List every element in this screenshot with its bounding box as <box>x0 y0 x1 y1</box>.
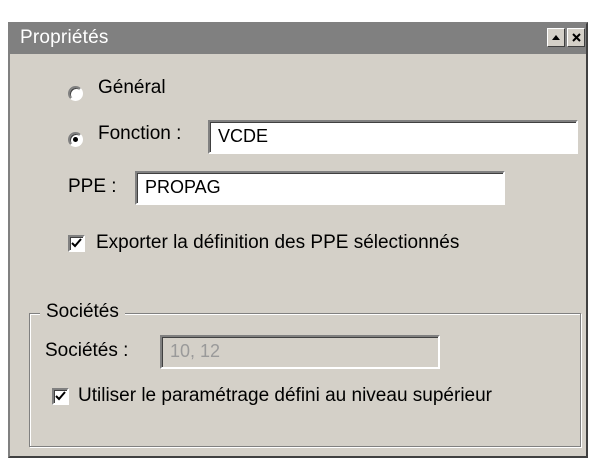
triangle-up-icon <box>552 35 560 40</box>
societes-group: Sociétés <box>29 301 581 447</box>
export-checkbox[interactable] <box>68 235 85 252</box>
ppe-label: PPE : <box>68 176 117 197</box>
close-button[interactable] <box>567 28 585 47</box>
radio-selected-dot <box>73 137 78 142</box>
inherit-label: Utiliser le paramétrage défini au niveau… <box>78 385 493 406</box>
export-label: Exporter la définition des PPE sélection… <box>96 232 460 253</box>
societes-input[interactable]: 10, 12 <box>160 335 440 369</box>
collapse-button[interactable] <box>547 28 565 47</box>
radio-general-label: Général <box>98 77 166 98</box>
window-title: Propriétés <box>20 27 109 48</box>
properties-window: Propriétés Général Fonction : VCDE PPE :… <box>8 22 588 458</box>
checkmark-icon <box>55 391 66 401</box>
checkmark-icon <box>71 238 82 248</box>
radio-general[interactable] <box>68 86 83 101</box>
inherit-checkbox[interactable] <box>52 388 69 405</box>
title-bar: Propriétés <box>10 24 586 54</box>
close-icon <box>571 33 581 42</box>
fonction-input[interactable]: VCDE <box>208 120 578 154</box>
societes-group-title: Sociétés <box>40 301 125 323</box>
societes-label: Sociétés : <box>45 340 129 361</box>
ppe-input[interactable]: PROPAG <box>135 171 505 205</box>
radio-fonction[interactable] <box>68 132 83 147</box>
radio-fonction-label: Fonction : <box>98 123 182 144</box>
